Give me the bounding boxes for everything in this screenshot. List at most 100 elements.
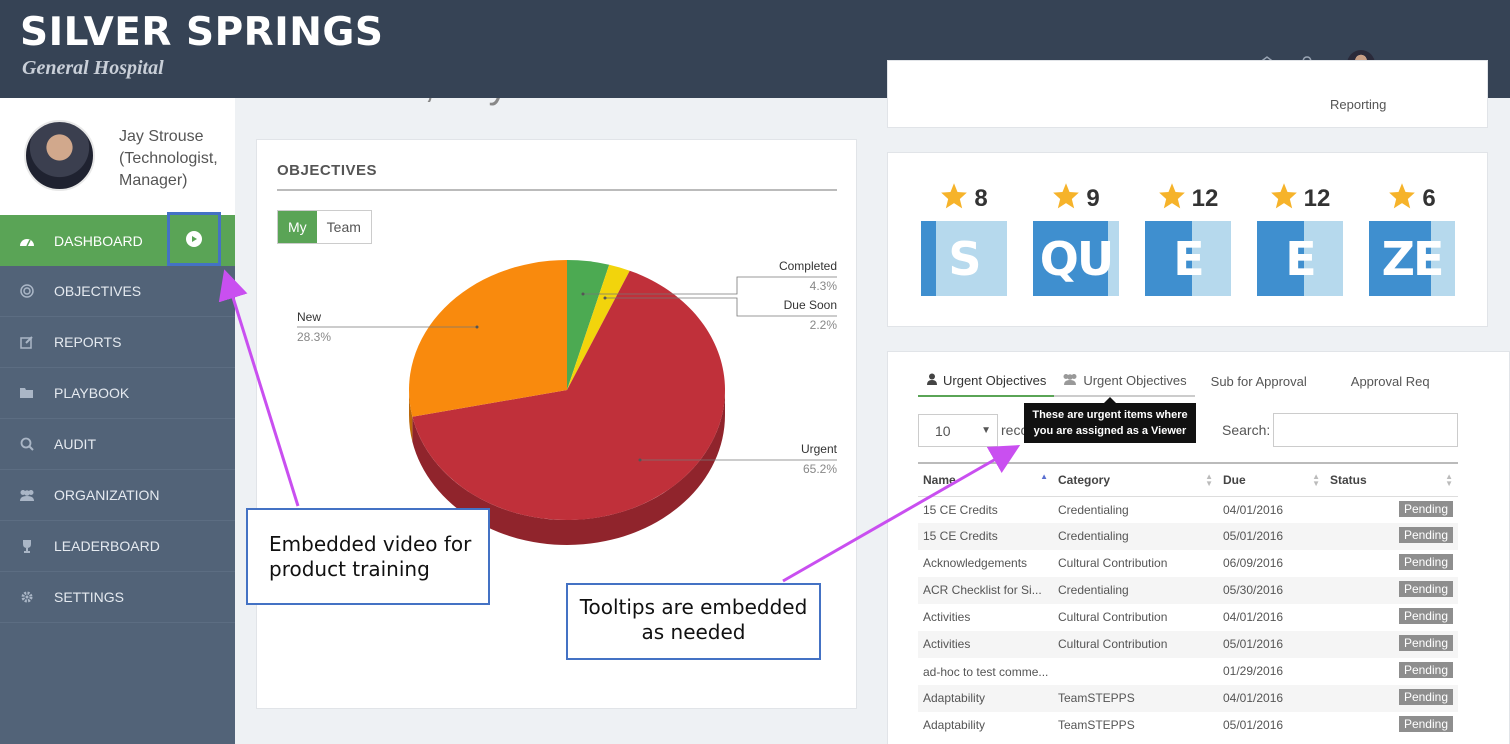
tab-approval-req[interactable]: Approval Req xyxy=(1315,372,1438,397)
squeeze-tile[interactable]: 9 QU xyxy=(1033,179,1119,296)
tab-urgent-objectives-mine[interactable]: Urgent Objectives xyxy=(918,372,1055,397)
squeeze-tile[interactable]: 6 ZE xyxy=(1369,179,1455,296)
cell-text: Cultural Contribution xyxy=(1058,637,1168,651)
cell-text: 06/09/2016 xyxy=(1223,556,1284,570)
sidebar-item-label: SETTINGS xyxy=(54,589,125,605)
pie-label: Due Soon xyxy=(784,298,837,312)
pie-percent-label: 28.3% xyxy=(297,330,331,344)
table-cell: 04/01/2016 xyxy=(1218,604,1325,631)
play-icon xyxy=(186,231,202,247)
gear-icon xyxy=(18,590,36,604)
table-row[interactable]: Adaptability TeamSTEPPS 04/01/2016 Pending xyxy=(918,685,1458,712)
table-cell: Activities xyxy=(918,604,1053,631)
table-row[interactable]: 15 CE Credits Credentialing 04/01/2016 Pend… xyxy=(918,496,1458,523)
cell-text: 04/01/2016 xyxy=(1223,502,1284,517)
score-value: 8 xyxy=(974,185,988,212)
cell-text: 04/01/2016 xyxy=(1223,691,1284,705)
cell-text: Activities xyxy=(923,610,971,624)
cell-text: Cultural Contribution xyxy=(1058,556,1168,570)
sidebar-item-label: LEADERBOARD xyxy=(54,538,160,554)
column-label: Category xyxy=(1058,472,1111,487)
sidebar-item-label: PLAYBOOK xyxy=(54,385,130,401)
tab-urgent-objectives-viewer[interactable]: Urgent Objectives xyxy=(1054,372,1195,397)
pie-label: New xyxy=(297,310,321,324)
star-icon xyxy=(1158,182,1186,216)
cell-text: 15 CE Credits xyxy=(923,502,998,517)
pie-slice-new xyxy=(409,260,567,417)
table-cell xyxy=(1053,658,1218,685)
table-cell: Adaptability xyxy=(918,685,1053,712)
squeeze-tile[interactable]: 12 E xyxy=(1145,179,1231,296)
column-label: Name xyxy=(923,472,956,487)
table-row[interactable]: Activities Cultural Contribution 05/01/201… xyxy=(918,631,1458,658)
tooltip: These are urgent items where you are ass… xyxy=(1024,397,1196,443)
sort-icon: ▲ ▼ xyxy=(1312,472,1320,488)
sidebar-item-label: ORGANIZATION xyxy=(54,487,160,503)
sidebar-item-label: AUDIT xyxy=(54,436,96,452)
table-row[interactable]: 15 CE Credits Credentialing 05/01/2016 Pend… xyxy=(918,523,1458,550)
table-cell: TeamSTEPPS xyxy=(1053,685,1218,712)
letter-block: S xyxy=(921,221,1007,296)
table-row[interactable]: Acknowledgements Cultural Contribution 06/… xyxy=(918,550,1458,577)
urgent-table: Name ▲ Category ▲ ▼ Due ▲ ▼ Status ▲ ▼ 15 CE Credi… xyxy=(918,462,1458,739)
table-row[interactable]: ACR Checklist for Si... Credentialing 05/3… xyxy=(918,577,1458,604)
table-row[interactable]: Activities Cultural Contribution 04/01/201… xyxy=(918,604,1458,631)
cell-text: ACR Checklist for Si... xyxy=(923,583,1042,597)
star-icon xyxy=(1052,182,1080,216)
cell-text: Acknowledgements xyxy=(923,556,1028,570)
sidebar-item-objectives[interactable]: OBJECTIVES xyxy=(0,266,235,317)
table-cell: Acknowledgements xyxy=(918,550,1053,577)
status-badge: Pending xyxy=(1398,689,1453,705)
play-video-button[interactable] xyxy=(167,212,221,266)
table-cell: ad-hoc to test comme... xyxy=(918,658,1053,685)
column-header-category[interactable]: Category ▲ ▼ xyxy=(1053,462,1218,497)
folder-icon xyxy=(18,387,36,399)
sidebar-item-organization[interactable]: ORGANIZATION xyxy=(0,470,235,521)
table-cell: Pending xyxy=(1325,523,1458,550)
users-icon xyxy=(1062,373,1078,388)
table-cell: 05/01/2016 xyxy=(1218,712,1325,739)
block-letters: E xyxy=(1173,231,1204,286)
reporting-link[interactable]: Reporting xyxy=(1330,97,1386,112)
table-cell: Pending xyxy=(1325,496,1458,523)
caret-down-icon: ▼ xyxy=(981,425,991,436)
cell-text: 04/01/2016 xyxy=(1223,610,1284,624)
sidebar-item-settings[interactable]: SETTINGS xyxy=(0,572,235,623)
status-badge: Pending xyxy=(1398,500,1453,517)
tab-sub-for-approval[interactable]: Sub for Approval xyxy=(1195,372,1315,397)
star-icon xyxy=(940,182,968,216)
score-value: 12 xyxy=(1191,185,1219,212)
reporting-card: Reporting xyxy=(887,60,1488,128)
search-input[interactable] xyxy=(1273,413,1458,447)
tile-score: 12 xyxy=(1257,179,1343,219)
brand-logo[interactable]: SILVER SPRINGS General Hospital xyxy=(20,10,383,80)
page-length-select[interactable]: 10 ▼ xyxy=(918,414,998,447)
table-cell: 05/30/2016 xyxy=(1218,577,1325,604)
sidebar-item-dashboard[interactable]: DASHBOARD xyxy=(0,212,235,266)
column-label: Status xyxy=(1330,472,1367,487)
column-header-name[interactable]: Name ▲ xyxy=(918,462,1053,497)
table-cell: Pending xyxy=(1325,604,1458,631)
annotation-tooltips: Tooltips are embedded as needed xyxy=(566,583,821,660)
pie-percent-label: 4.3% xyxy=(810,279,838,293)
squeeze-tile[interactable]: 8S xyxy=(921,179,1007,296)
column-header-due[interactable]: Due ▲ ▼ xyxy=(1218,462,1325,497)
sidebar-item-reports[interactable]: REPORTS xyxy=(0,317,235,368)
table-cell: 05/01/2016 xyxy=(1218,631,1325,658)
cell-text: TeamSTEPPS xyxy=(1058,718,1135,732)
table-cell: 04/01/2016 xyxy=(1218,496,1325,523)
status-badge: Pending xyxy=(1398,716,1453,732)
sidebar-item-leaderboard[interactable]: LEADERBOARD xyxy=(0,521,235,572)
block-letters: S xyxy=(948,231,981,286)
sidebar-item-playbook[interactable]: PLAYBOOK xyxy=(0,368,235,419)
column-header-status[interactable]: Status ▲ ▼ xyxy=(1325,462,1458,497)
block-letters: E xyxy=(1285,231,1316,286)
squeeze-card: 8 S 9 QU 12 E 12 E 6 ZE xyxy=(887,152,1488,327)
table-cell: Cultural Contribution xyxy=(1053,550,1218,577)
table-row[interactable]: Adaptability TeamSTEPPS 05/01/2016 Pending xyxy=(918,712,1458,739)
squeeze-tile[interactable]: 12 E xyxy=(1257,179,1343,296)
tab-label: Approval Req xyxy=(1350,373,1430,389)
sort-icon: ▲ ▼ xyxy=(1445,472,1453,488)
sidebar-item-audit[interactable]: AUDIT xyxy=(0,419,235,470)
table-row[interactable]: ad-hoc to test comme... 01/29/2016 Pending xyxy=(918,658,1458,685)
